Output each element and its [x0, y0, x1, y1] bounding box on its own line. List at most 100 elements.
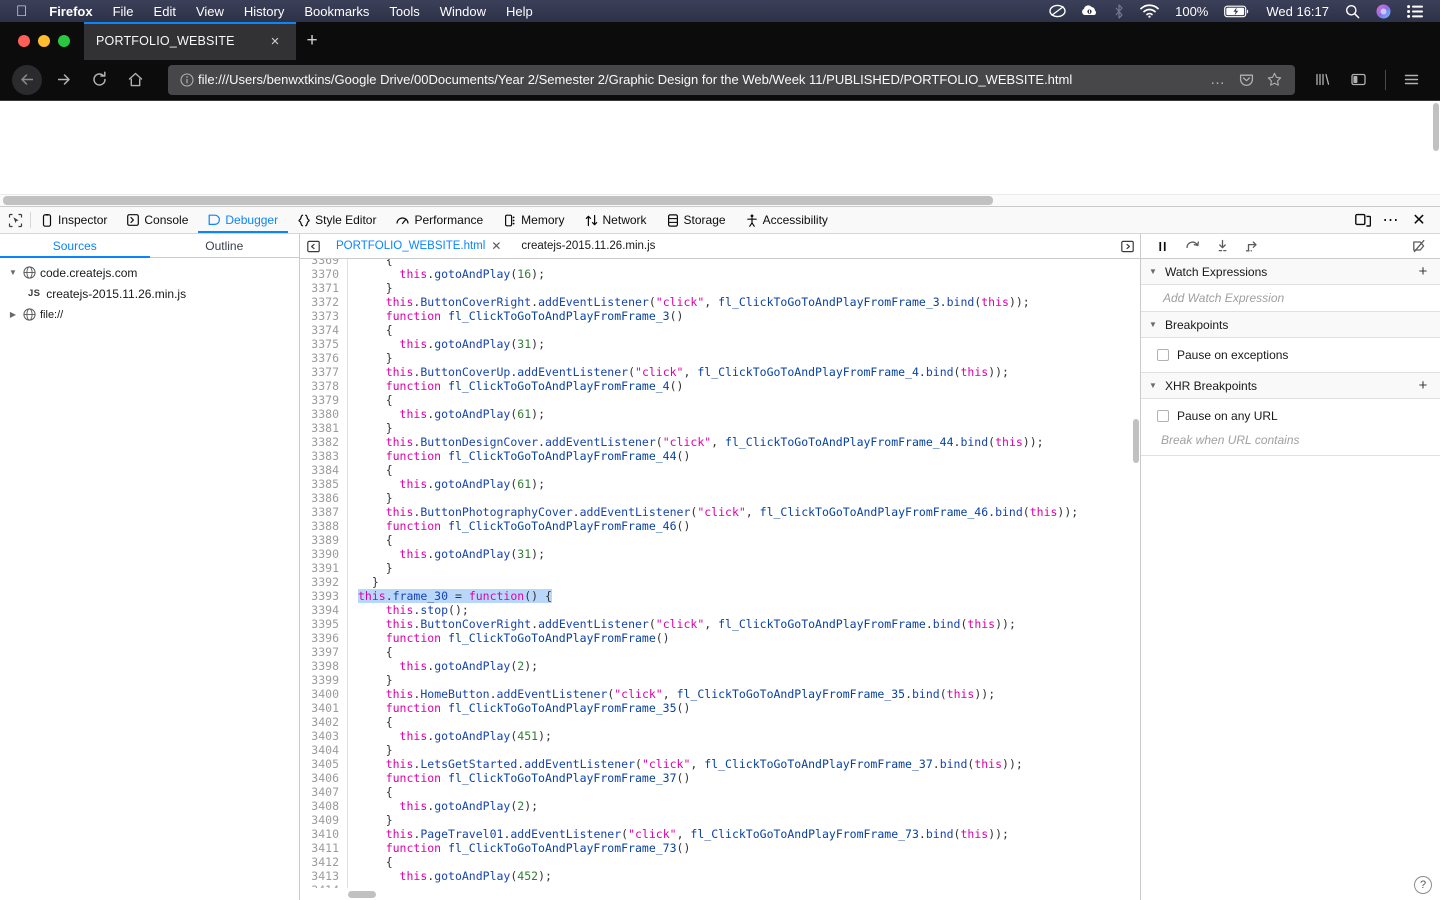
line-number[interactable]: 3395 [300, 617, 348, 631]
code-line[interactable]: 3410 this.PageTravel01.addEventListener(… [300, 827, 1140, 841]
editor-tab-createjs-min-js[interactable]: createjs-2015.11.26.min.js [511, 234, 665, 259]
code-line-text[interactable]: function fl_ClickToGoToAndPlayFromFrame_… [348, 379, 1140, 393]
code-line[interactable]: 3374 { [300, 323, 1140, 337]
wifi-icon[interactable] [1132, 4, 1167, 18]
battery-icon[interactable] [1216, 5, 1258, 18]
line-number[interactable]: 3381 [300, 421, 348, 435]
page-vertical-scroll-thumb[interactable] [1433, 103, 1439, 151]
code-line-text[interactable]: this.gotoAndPlay(2); [348, 799, 1140, 813]
code-line[interactable]: 3407 { [300, 785, 1140, 799]
line-number[interactable]: 3385 [300, 477, 348, 491]
line-number[interactable]: 3383 [300, 449, 348, 463]
line-number[interactable]: 3407 [300, 785, 348, 799]
collapse-sources-pane-icon[interactable] [300, 240, 326, 253]
watch-expressions-body[interactable]: Add Watch Expression [1141, 285, 1440, 312]
line-number[interactable]: 3408 [300, 799, 348, 813]
code-line-text[interactable]: this.frame_30 = function() { [348, 589, 1140, 603]
tab-network[interactable]: Network [575, 207, 657, 233]
step-in-icon[interactable] [1207, 234, 1237, 258]
collapse-debug-pane-icon[interactable] [1114, 240, 1140, 253]
code-line-text[interactable]: { [348, 259, 1140, 267]
code-line-text[interactable]: { [348, 785, 1140, 799]
code-line[interactable]: 3377 this.ButtonCoverUp.addEventListener… [300, 365, 1140, 379]
tab-console[interactable]: Console [117, 207, 198, 233]
code-line[interactable]: 3390 this.gotoAndPlay(31); [300, 547, 1140, 561]
code-line-text[interactable]: { [348, 715, 1140, 729]
code-vertical-scroll-thumb[interactable] [1133, 419, 1139, 463]
code-line-text[interactable]: this.ButtonCoverRight.addEventListener("… [348, 295, 1140, 309]
pocket-icon[interactable] [1233, 67, 1259, 93]
creative-cloud-icon[interactable] [1041, 4, 1074, 18]
line-number[interactable]: 3394 [300, 603, 348, 617]
line-number[interactable]: 3410 [300, 827, 348, 841]
menu-firefox[interactable]: Firefox [39, 4, 102, 19]
reload-button[interactable] [82, 64, 116, 96]
code-line[interactable]: 3412 { [300, 855, 1140, 869]
code-line[interactable]: 3391 } [300, 561, 1140, 575]
close-window-button[interactable] [18, 35, 30, 47]
chevron-down-icon[interactable]: ▼ [1149, 267, 1165, 276]
url-text[interactable]: file:///Users/benwxtkins/Google Drive/00… [198, 72, 1205, 87]
editor-tab-close-icon[interactable]: ✕ [491, 239, 501, 253]
code-line[interactable]: 3406 function fl_ClickToGoToAndPlayFromF… [300, 771, 1140, 785]
help-icon[interactable]: ? [1414, 876, 1432, 894]
code-line-text[interactable]: this.ButtonDesignCover.addEventListener(… [348, 435, 1140, 449]
code-line[interactable]: 3386 } [300, 491, 1140, 505]
menu-history[interactable]: History [234, 4, 294, 19]
chevron-right-icon[interactable]: ▶ [6, 310, 20, 319]
line-number[interactable]: 3392 [300, 575, 348, 589]
line-number[interactable]: 3374 [300, 323, 348, 337]
page-info-icon[interactable] [176, 72, 198, 87]
code-line-text[interactable]: this.gotoAndPlay(31); [348, 337, 1140, 351]
section-watch-expressions-header[interactable]: ▼ Watch Expressions + [1141, 259, 1440, 285]
menu-file[interactable]: File [103, 4, 144, 19]
page-vertical-scrollbar[interactable] [1431, 101, 1440, 194]
code-line-text[interactable]: } [348, 351, 1140, 365]
code-line-text[interactable]: this.HomeButton.addEventListener("click"… [348, 687, 1140, 701]
tab-sources[interactable]: Sources [0, 234, 150, 258]
bookmark-star-icon[interactable] [1261, 67, 1287, 93]
close-devtools-icon[interactable]: ✕ [1406, 207, 1432, 233]
control-center-icon[interactable] [1399, 4, 1432, 18]
code-line-text[interactable]: this.gotoAndPlay(16); [348, 267, 1140, 281]
editor-tab-portfolio-website-html[interactable]: PORTFOLIO_WEBSITE.html ✕ [326, 234, 511, 259]
menu-bookmarks[interactable]: Bookmarks [294, 4, 379, 19]
line-number[interactable]: 3371 [300, 281, 348, 295]
menu-view[interactable]: View [186, 4, 234, 19]
code-line-text[interactable]: { [348, 855, 1140, 869]
code-line[interactable]: 3405 this.LetsGetStarted.addEventListene… [300, 757, 1140, 771]
apple-logo-icon[interactable]:  [8, 4, 39, 19]
code-line-text[interactable]: function fl_ClickToGoToAndPlayFromFrame_… [348, 519, 1140, 533]
code-line[interactable]: 3397 { [300, 645, 1140, 659]
line-number[interactable]: 3386 [300, 491, 348, 505]
line-number[interactable]: 3372 [300, 295, 348, 309]
sidebar-toggle-icon[interactable] [1341, 64, 1375, 96]
line-number[interactable]: 3411 [300, 841, 348, 855]
line-number[interactable]: 3382 [300, 435, 348, 449]
code-line[interactable]: 3409 } [300, 813, 1140, 827]
code-line-text[interactable]: { [348, 533, 1140, 547]
code-line[interactable]: 3381 } [300, 421, 1140, 435]
line-number[interactable]: 3387 [300, 505, 348, 519]
menu-edit[interactable]: Edit [144, 4, 186, 19]
code-line[interactable]: 3385 this.gotoAndPlay(61); [300, 477, 1140, 491]
line-number[interactable]: 3409 [300, 813, 348, 827]
code-line-text[interactable]: } [348, 743, 1140, 757]
code-line[interactable]: 3398 this.gotoAndPlay(2); [300, 659, 1140, 673]
code-line[interactable]: 3404 } [300, 743, 1140, 757]
line-number[interactable]: 3388 [300, 519, 348, 533]
element-picker-icon[interactable] [0, 207, 30, 233]
line-number[interactable]: 3404 [300, 743, 348, 757]
code-line-text[interactable]: this.stop(); [348, 603, 1140, 617]
code-line[interactable]: 3387 this.ButtonPhotographyCover.addEven… [300, 505, 1140, 519]
code-line-text[interactable]: this.gotoAndPlay(451); [348, 729, 1140, 743]
page-viewport[interactable] [0, 100, 1440, 194]
code-line[interactable]: 3370 this.gotoAndPlay(16); [300, 267, 1140, 281]
code-line[interactable]: 3408 this.gotoAndPlay(2); [300, 799, 1140, 813]
chevron-down-icon[interactable]: ▼ [6, 268, 20, 277]
tab-style-editor[interactable]: Style Editor [288, 207, 386, 233]
page-horizontal-scrollbar[interactable] [0, 194, 1440, 206]
code-line-text[interactable]: { [348, 323, 1140, 337]
line-number[interactable]: 3405 [300, 757, 348, 771]
siri-icon[interactable] [1368, 4, 1399, 19]
